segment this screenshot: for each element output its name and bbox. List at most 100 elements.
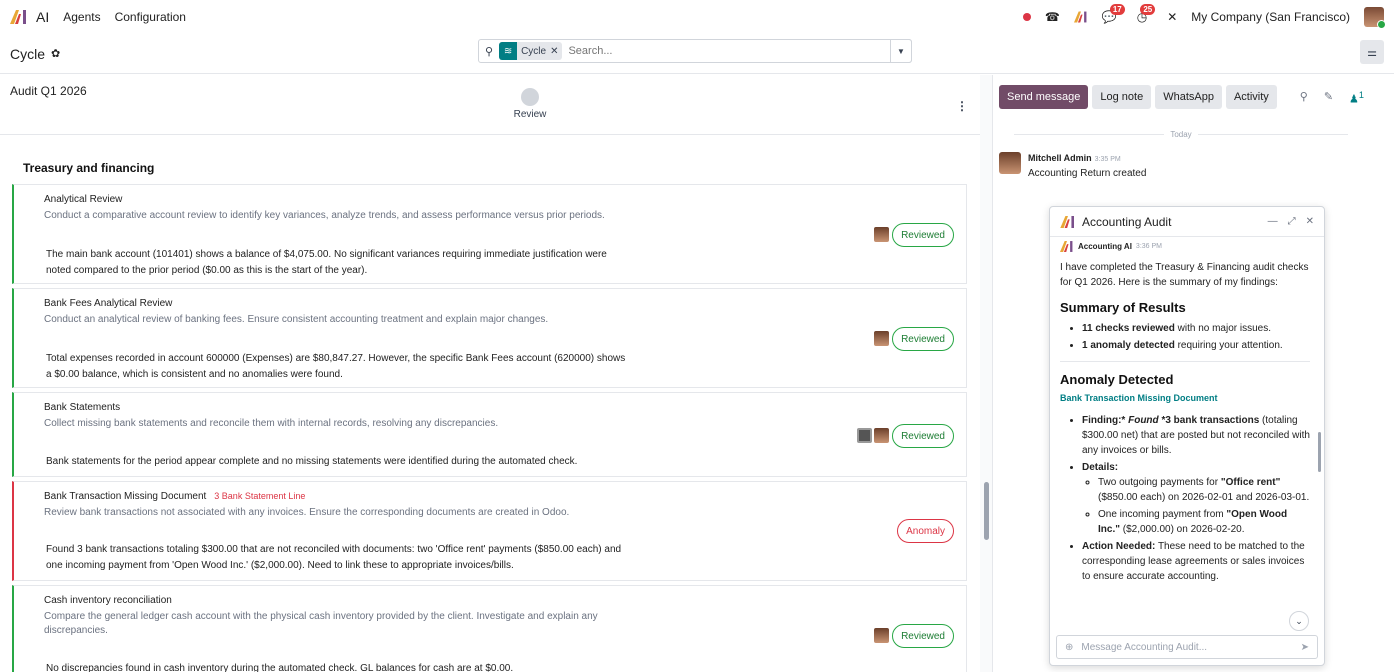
search-facet: ≋ Cycle ✕ — [499, 42, 563, 60]
company-switcher[interactable]: My Company (San Francisco) — [1191, 10, 1350, 24]
status-badge[interactable]: Reviewed — [892, 327, 954, 351]
minimize-icon[interactable]: — — [1268, 216, 1278, 227]
breadcrumb-current[interactable]: Cycle — [10, 46, 45, 62]
anomaly-subheading: Bank Transaction Missing Document — [1060, 393, 1218, 403]
message-author[interactable]: Mitchell Admin 3:35 PM — [1028, 153, 1121, 163]
record-title: Audit Q1 2026 — [10, 84, 87, 98]
log-note-button[interactable]: Log note — [1092, 85, 1152, 109]
check-title: Analytical Review — [44, 194, 123, 205]
phone-icon[interactable]: ☎ — [1045, 10, 1060, 24]
assignee-avatar[interactable] — [874, 227, 889, 242]
add-icon[interactable]: ⊕ — [1065, 642, 1073, 653]
chatter-topbar: Send message Log note WhatsApp Activity — [999, 85, 1277, 109]
check-card[interactable]: Bank Fees Analytical Review Conduct an a… — [12, 288, 967, 388]
status-badge[interactable]: Reviewed — [892, 223, 954, 247]
search-input[interactable] — [568, 45, 905, 57]
chatter-tools: ⚲ ✎ ♟1 — [1300, 90, 1364, 106]
anomaly-heading: Anomaly Detected — [1060, 372, 1174, 387]
check-result: Total expenses recorded in account 60000… — [46, 353, 626, 380]
linked-records-tag[interactable]: 3 Bank Statement Line — [214, 491, 305, 501]
search-icon[interactable]: ⚲ — [1300, 90, 1308, 106]
ai-logo-icon — [1060, 215, 1074, 228]
gear-icon[interactable]: ✿ — [51, 47, 60, 60]
check-title: Bank Fees Analytical Review — [44, 298, 173, 309]
check-result: The main bank account (101401) shows a b… — [46, 249, 607, 276]
activity-button[interactable]: Activity — [1225, 85, 1277, 109]
nav-agents[interactable]: Agents — [63, 10, 100, 24]
messaging-icon[interactable]: 💬 17 — [1102, 4, 1125, 24]
followers-icon[interactable]: ♟1 — [1349, 90, 1364, 106]
status-badge[interactable]: Reviewed — [892, 624, 954, 648]
message-input[interactable]: Message Accounting Audit... — [1081, 642, 1207, 653]
assignee-avatar[interactable] — [874, 428, 889, 443]
app-name: AI — [36, 9, 50, 25]
facet-remove-icon[interactable]: ✕ — [550, 46, 562, 57]
nav-configuration[interactable]: Configuration — [115, 10, 186, 24]
facet-label: Cycle — [521, 45, 547, 57]
summary-list: 11 checks reviewed with no major issues.… — [1060, 321, 1310, 353]
paperclip-icon[interactable]: ✎ — [1324, 90, 1333, 106]
search-dropdown-toggle[interactable]: ▼ — [890, 39, 912, 63]
check-card[interactable]: Cash inventory reconciliation Compare th… — [12, 585, 967, 672]
check-result: No discrepancies found in cash inventory… — [46, 663, 514, 672]
chevron-down-icon[interactable]: ⌄ — [1289, 611, 1309, 631]
stage-label: Review — [513, 109, 547, 120]
activity-icon[interactable]: ◷ 25 — [1137, 4, 1156, 24]
check-description: Collect missing bank statements and reco… — [44, 418, 499, 429]
check-card[interactable]: Analytical Review Conduct a comparative … — [12, 184, 967, 284]
more-options-icon[interactable]: ⋮ — [956, 99, 968, 113]
ai-systray-icon[interactable] — [1073, 11, 1088, 23]
anomaly-badge[interactable]: Anomaly — [897, 519, 954, 543]
check-description: Conduct an analytical review of banking … — [44, 314, 549, 325]
control-panel: Cycle ✿ ⚲ ≋ Cycle ✕ ▼ ⚌ — [0, 34, 1394, 74]
ai-logo-icon — [10, 10, 26, 24]
close-icon[interactable]: ✕ — [1306, 216, 1314, 227]
list-item: 1 anomaly detected requiring your attent… — [1082, 338, 1310, 353]
list-item: One incoming payment from "Open Wood Inc… — [1098, 507, 1310, 537]
tools-icon[interactable]: ✕ — [1167, 10, 1177, 24]
section-title: Treasury and financing — [23, 161, 155, 175]
status-badge[interactable]: Reviewed — [892, 424, 954, 448]
check-card-anomaly[interactable]: Bank Transaction Missing Document 3 Bank … — [12, 481, 967, 581]
expand-icon[interactable]: ⤢ — [1288, 216, 1296, 227]
status-dot-icon[interactable] — [1022, 13, 1031, 21]
search-bar: ⚲ ≋ Cycle ✕ ▼ — [478, 39, 912, 63]
list-item: 11 checks reviewed with no major issues. — [1082, 321, 1310, 336]
reviewer-avatar[interactable] — [857, 428, 872, 443]
app-logo[interactable]: AI — [10, 9, 49, 25]
assignee-avatar[interactable] — [874, 628, 889, 643]
stage-indicator[interactable]: Review — [510, 88, 550, 120]
scrollbar-thumb[interactable] — [984, 482, 989, 540]
chat-scrollbar[interactable] — [1318, 247, 1322, 627]
check-description: Review bank transactions not associated … — [44, 507, 570, 518]
check-card[interactable]: Bank Statements Collect missing bank sta… — [12, 392, 967, 477]
search-icon[interactable]: ⚲ — [485, 45, 493, 58]
send-icon[interactable]: ➤ — [1301, 642, 1309, 653]
filter-toggle-button[interactable]: ⚌ — [1360, 40, 1384, 64]
chat-window-title: Accounting Audit — [1082, 214, 1172, 229]
chat-composer[interactable]: ⊕ Message Accounting Audit... ➤ — [1056, 635, 1318, 659]
whatsapp-button[interactable]: WhatsApp — [1155, 85, 1222, 109]
message-time: 3:35 PM — [1094, 156, 1121, 163]
activity-count: 25 — [1140, 4, 1156, 15]
check-result: Bank statements for the period appear co… — [46, 456, 578, 467]
send-message-button[interactable]: Send message — [999, 85, 1089, 109]
chat-window-header[interactable]: Accounting Audit — ⤢ ✕ — [1050, 207, 1324, 237]
list-item: Two outgoing payments for "Office rent" … — [1098, 475, 1310, 505]
form-scrollbar[interactable] — [980, 75, 992, 672]
list-item: Action Needed: These need to be matched … — [1082, 539, 1310, 584]
form-header: Audit Q1 2026 Review ⋮ — [0, 75, 980, 135]
check-title: Cash inventory reconciliation — [44, 595, 172, 606]
form-view: Audit Q1 2026 Review ⋮ Treasury and fina… — [0, 75, 980, 672]
breadcrumb: Cycle ✿ — [10, 46, 60, 62]
message-body: Accounting Return created — [1028, 168, 1147, 179]
user-avatar[interactable] — [1364, 7, 1386, 29]
anomaly-list: Finding:* Found *3 bank transactions (to… — [1060, 413, 1310, 584]
assignee-avatar[interactable] — [874, 331, 889, 346]
ai-intro: I have completed the Treasury & Financin… — [1060, 262, 1309, 288]
ai-author: Accounting AI — [1078, 242, 1132, 251]
check-title: Bank Transaction Missing Document 3 Bank … — [44, 491, 306, 502]
list-item: Finding:* Found *3 bank transactions (to… — [1082, 413, 1310, 458]
author-avatar[interactable] — [999, 152, 1021, 174]
top-navbar: AI Agents Configuration ☎ 💬 17 ◷ 25 ✕ My C… — [0, 0, 1394, 34]
